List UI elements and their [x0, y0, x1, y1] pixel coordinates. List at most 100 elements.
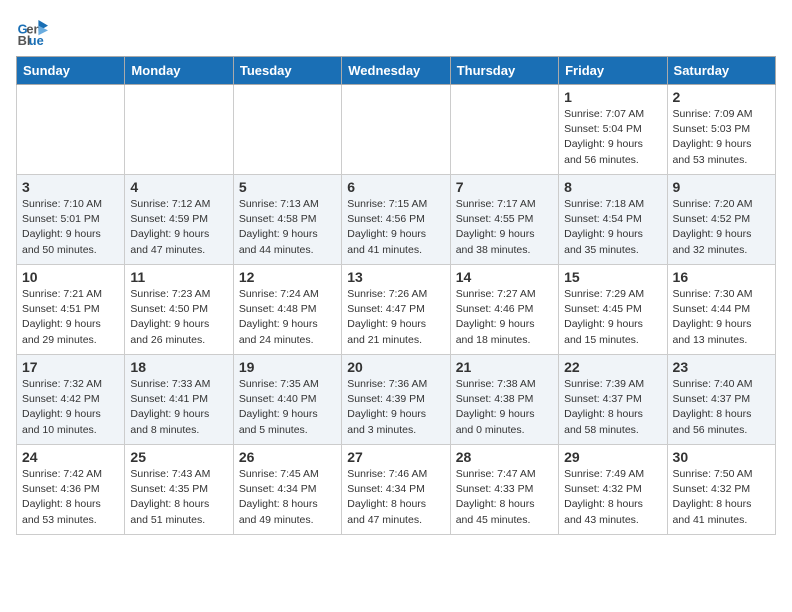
day-info: Sunrise: 7:36 AM Sunset: 4:39 PM Dayligh… [347, 377, 444, 438]
day-info: Sunrise: 7:13 AM Sunset: 4:58 PM Dayligh… [239, 197, 336, 258]
day-info: Sunrise: 7:45 AM Sunset: 4:34 PM Dayligh… [239, 467, 336, 528]
day-number: 27 [347, 449, 444, 465]
day-info: Sunrise: 7:26 AM Sunset: 4:47 PM Dayligh… [347, 287, 444, 348]
day-info: Sunrise: 7:17 AM Sunset: 4:55 PM Dayligh… [456, 197, 553, 258]
calendar-week-row: 17 Sunrise: 7:32 AM Sunset: 4:42 PM Dayli… [17, 355, 776, 445]
day-number: 17 [22, 359, 119, 375]
day-info: Sunrise: 7:29 AM Sunset: 4:45 PM Dayligh… [564, 287, 661, 348]
svg-text:ue: ue [29, 33, 44, 48]
day-number: 26 [239, 449, 336, 465]
page-header: G en Bl ue [16, 16, 776, 48]
calendar-cell: 1 Sunrise: 7:07 AM Sunset: 5:04 PM Daylig… [559, 85, 667, 175]
calendar-week-row: 3 Sunrise: 7:10 AM Sunset: 5:01 PM Daylig… [17, 175, 776, 265]
calendar-cell: 6 Sunrise: 7:15 AM Sunset: 4:56 PM Daylig… [342, 175, 450, 265]
day-number: 12 [239, 269, 336, 285]
day-number: 22 [564, 359, 661, 375]
calendar-cell: 9 Sunrise: 7:20 AM Sunset: 4:52 PM Daylig… [667, 175, 775, 265]
calendar-cell: 16 Sunrise: 7:30 AM Sunset: 4:44 PM Dayli… [667, 265, 775, 355]
day-info: Sunrise: 7:07 AM Sunset: 5:04 PM Dayligh… [564, 107, 661, 168]
calendar-cell [17, 85, 125, 175]
day-info: Sunrise: 7:10 AM Sunset: 5:01 PM Dayligh… [22, 197, 119, 258]
calendar-week-row: 10 Sunrise: 7:21 AM Sunset: 4:51 PM Dayli… [17, 265, 776, 355]
day-number: 11 [130, 269, 227, 285]
calendar-cell: 17 Sunrise: 7:32 AM Sunset: 4:42 PM Dayli… [17, 355, 125, 445]
day-info: Sunrise: 7:23 AM Sunset: 4:50 PM Dayligh… [130, 287, 227, 348]
calendar-cell: 14Sunrise: 7:27 AM Sunset: 4:46 PM Dayli… [450, 265, 558, 355]
day-info: Sunrise: 7:21 AM Sunset: 4:51 PM Dayligh… [22, 287, 119, 348]
calendar-cell: 28Sunrise: 7:47 AM Sunset: 4:33 PM Dayli… [450, 445, 558, 535]
calendar-cell: 29 Sunrise: 7:49 AM Sunset: 4:32 PM Dayli… [559, 445, 667, 535]
calendar-cell: 5Sunrise: 7:13 AM Sunset: 4:58 PM Daylig… [233, 175, 341, 265]
calendar-cell: 26 Sunrise: 7:45 AM Sunset: 4:34 PM Dayli… [233, 445, 341, 535]
day-number: 9 [673, 179, 770, 195]
logo: G en Bl ue [16, 16, 52, 48]
day-info: Sunrise: 7:43 AM Sunset: 4:35 PM Dayligh… [130, 467, 227, 528]
calendar-cell: 2 Sunrise: 7:09 AM Sunset: 5:03 PM Daylig… [667, 85, 775, 175]
calendar-header-sunday: Sunday [17, 57, 125, 85]
logo-icon: G en Bl ue [16, 16, 48, 48]
calendar-header-thursday: Thursday [450, 57, 558, 85]
day-number: 21 [456, 359, 553, 375]
day-number: 29 [564, 449, 661, 465]
calendar-cell: 25 Sunrise: 7:43 AM Sunset: 4:35 PM Dayli… [125, 445, 233, 535]
day-info: Sunrise: 7:40 AM Sunset: 4:37 PM Dayligh… [673, 377, 770, 438]
day-number: 24 [22, 449, 119, 465]
calendar-cell [450, 85, 558, 175]
calendar-week-row: 24 Sunrise: 7:42 AM Sunset: 4:36 PM Dayli… [17, 445, 776, 535]
day-number: 15 [564, 269, 661, 285]
day-info: Sunrise: 7:39 AM Sunset: 4:37 PM Dayligh… [564, 377, 661, 438]
calendar-cell: 3 Sunrise: 7:10 AM Sunset: 5:01 PM Daylig… [17, 175, 125, 265]
calendar-table: SundayMondayTuesdayWednesdayThursdayFrid… [16, 56, 776, 535]
calendar-header-friday: Friday [559, 57, 667, 85]
day-number: 16 [673, 269, 770, 285]
calendar-cell: 4 Sunrise: 7:12 AM Sunset: 4:59 PM Daylig… [125, 175, 233, 265]
day-info: Sunrise: 7:38 AM Sunset: 4:38 PM Dayligh… [456, 377, 553, 438]
day-info: Sunrise: 7:09 AM Sunset: 5:03 PM Dayligh… [673, 107, 770, 168]
day-info: Sunrise: 7:46 AM Sunset: 4:34 PM Dayligh… [347, 467, 444, 528]
day-info: Sunrise: 7:20 AM Sunset: 4:52 PM Dayligh… [673, 197, 770, 258]
day-info: Sunrise: 7:49 AM Sunset: 4:32 PM Dayligh… [564, 467, 661, 528]
day-number: 10 [22, 269, 119, 285]
calendar-cell: 30 Sunrise: 7:50 AM Sunset: 4:32 PM Dayli… [667, 445, 775, 535]
day-number: 2 [673, 89, 770, 105]
day-number: 6 [347, 179, 444, 195]
day-number: 19 [239, 359, 336, 375]
calendar-cell: 19Sunrise: 7:35 AM Sunset: 4:40 PM Dayli… [233, 355, 341, 445]
day-info: Sunrise: 7:18 AM Sunset: 4:54 PM Dayligh… [564, 197, 661, 258]
calendar-header-saturday: Saturday [667, 57, 775, 85]
day-info: Sunrise: 7:30 AM Sunset: 4:44 PM Dayligh… [673, 287, 770, 348]
calendar-cell: 23 Sunrise: 7:40 AM Sunset: 4:37 PM Dayli… [667, 355, 775, 445]
calendar-cell: 13Sunrise: 7:26 AM Sunset: 4:47 PM Dayli… [342, 265, 450, 355]
day-info: Sunrise: 7:32 AM Sunset: 4:42 PM Dayligh… [22, 377, 119, 438]
calendar-cell [233, 85, 341, 175]
day-info: Sunrise: 7:42 AM Sunset: 4:36 PM Dayligh… [22, 467, 119, 528]
day-number: 30 [673, 449, 770, 465]
day-number: 23 [673, 359, 770, 375]
calendar-cell: 7 Sunrise: 7:17 AM Sunset: 4:55 PM Daylig… [450, 175, 558, 265]
calendar-header-tuesday: Tuesday [233, 57, 341, 85]
day-number: 1 [564, 89, 661, 105]
day-number: 4 [130, 179, 227, 195]
day-info: Sunrise: 7:15 AM Sunset: 4:56 PM Dayligh… [347, 197, 444, 258]
day-info: Sunrise: 7:50 AM Sunset: 4:32 PM Dayligh… [673, 467, 770, 528]
day-number: 28 [456, 449, 553, 465]
calendar-cell: 27 Sunrise: 7:46 AM Sunset: 4:34 PM Dayli… [342, 445, 450, 535]
calendar-cell: 21 Sunrise: 7:38 AM Sunset: 4:38 PM Dayli… [450, 355, 558, 445]
day-number: 25 [130, 449, 227, 465]
calendar-cell: 15 Sunrise: 7:29 AM Sunset: 4:45 PM Dayli… [559, 265, 667, 355]
day-info: Sunrise: 7:12 AM Sunset: 4:59 PM Dayligh… [130, 197, 227, 258]
day-info: Sunrise: 7:27 AM Sunset: 4:46 PM Dayligh… [456, 287, 553, 348]
day-number: 3 [22, 179, 119, 195]
day-number: 18 [130, 359, 227, 375]
day-number: 7 [456, 179, 553, 195]
calendar-cell: 20Sunrise: 7:36 AM Sunset: 4:39 PM Dayli… [342, 355, 450, 445]
calendar-cell [342, 85, 450, 175]
day-info: Sunrise: 7:24 AM Sunset: 4:48 PM Dayligh… [239, 287, 336, 348]
calendar-header-row: SundayMondayTuesdayWednesdayThursdayFrid… [17, 57, 776, 85]
calendar-cell [125, 85, 233, 175]
calendar-week-row: 1 Sunrise: 7:07 AM Sunset: 5:04 PM Daylig… [17, 85, 776, 175]
calendar-cell: 12 Sunrise: 7:24 AM Sunset: 4:48 PM Dayli… [233, 265, 341, 355]
calendar-cell: 8Sunrise: 7:18 AM Sunset: 4:54 PM Daylig… [559, 175, 667, 265]
calendar-cell: 18Sunrise: 7:33 AM Sunset: 4:41 PM Dayli… [125, 355, 233, 445]
calendar-cell: 24 Sunrise: 7:42 AM Sunset: 4:36 PM Dayli… [17, 445, 125, 535]
